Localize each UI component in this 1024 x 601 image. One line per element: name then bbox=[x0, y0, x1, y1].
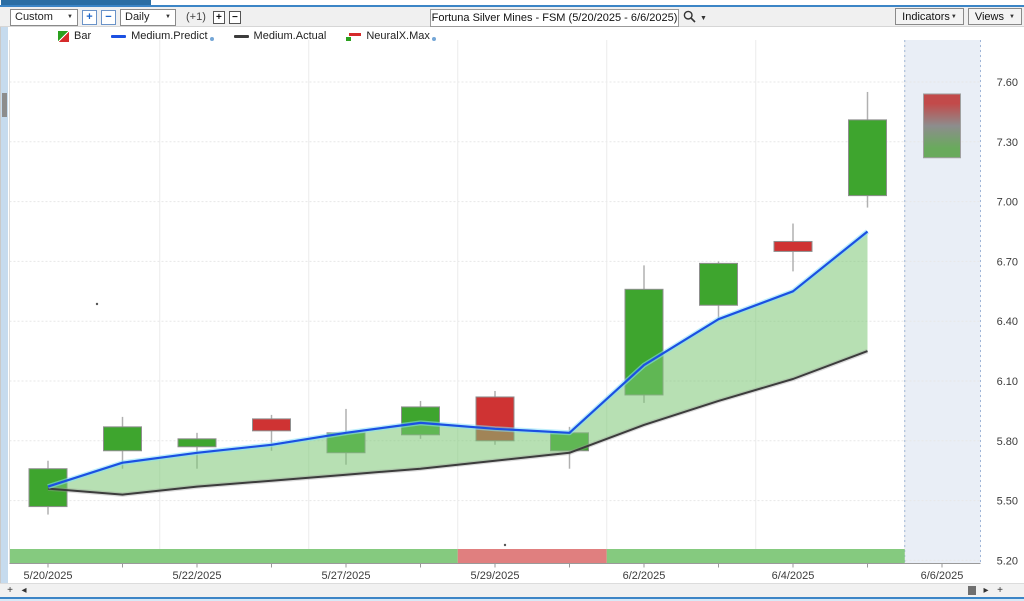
x-axis-label: 5/20/2025 bbox=[24, 570, 73, 582]
legend-item-neuralx-max[interactable]: NeuralX.Max bbox=[346, 30, 436, 42]
scroll-add-left-button[interactable]: + bbox=[4, 584, 16, 597]
x-axis-label: 6/4/2025 bbox=[772, 570, 815, 582]
toolbar: Custom ▼ + − Daily ▼ (+1) + − Fortuna Si… bbox=[0, 7, 1024, 27]
zoom-in-button[interactable]: + bbox=[82, 9, 97, 25]
price-chart-canvas[interactable]: 5/20/2025 5/22/2025 5/27/2025 5/29/2025 6/2/… bbox=[0, 27, 1024, 583]
candle-body bbox=[252, 418, 291, 432]
vertical-scrollbar[interactable] bbox=[1, 27, 8, 583]
predict-line-icon bbox=[111, 34, 127, 38]
legend-item-medium-predict[interactable]: Medium.Predict bbox=[111, 30, 214, 42]
search-icon[interactable] bbox=[683, 10, 696, 26]
symbol-title: Fortuna Silver Mines - FSM (5/20/2025 - … bbox=[431, 12, 678, 24]
offset-label: (+1) bbox=[186, 11, 206, 23]
x-axis-label: 5/22/2025 bbox=[173, 570, 222, 582]
artifact-dot bbox=[503, 543, 507, 547]
y-axis-label: 6.40 bbox=[997, 316, 1018, 328]
step-up-button[interactable]: + bbox=[212, 10, 225, 24]
scroll-right-arrow-button[interactable]: ▸ bbox=[980, 584, 992, 597]
candle[interactable] bbox=[773, 223, 813, 272]
legend-item-bar[interactable]: Bar bbox=[58, 30, 91, 42]
views-button[interactable]: Views ▼ bbox=[967, 8, 1022, 25]
symbol-title-box[interactable]: Fortuna Silver Mines - FSM (5/20/2025 - … bbox=[430, 9, 679, 27]
artifact-dot bbox=[95, 302, 99, 306]
y-axis-label: 7.60 bbox=[997, 77, 1018, 89]
chevron-down-icon: ▼ bbox=[1009, 13, 1015, 20]
indicators-button[interactable]: Indicators ▼ bbox=[895, 8, 964, 25]
scroll-left-arrow-button[interactable]: ◂ bbox=[18, 584, 30, 597]
search-dropdown-caret[interactable]: ▼ bbox=[700, 15, 707, 22]
candle-body bbox=[177, 438, 217, 448]
range-combo-value: Custom bbox=[15, 11, 53, 23]
y-axis-label: 6.70 bbox=[997, 256, 1018, 268]
y-axis-label: 5.20 bbox=[997, 555, 1018, 567]
range-combo[interactable]: Custom ▼ bbox=[10, 8, 78, 26]
y-axis-label: 5.80 bbox=[997, 436, 1018, 448]
zoom-out-button[interactable]: − bbox=[101, 9, 116, 25]
chevron-down-icon: ▼ bbox=[950, 13, 957, 20]
y-axis-label: 5.50 bbox=[997, 496, 1018, 508]
sentiment-strip-segment bbox=[10, 549, 458, 563]
step-down-button[interactable]: − bbox=[228, 10, 241, 24]
chart-legend: Bar Medium.Predict Medium.Actual NeuralX… bbox=[58, 30, 456, 42]
neuralx-prediction-bar bbox=[923, 93, 961, 159]
y-axis-label: 7.30 bbox=[997, 137, 1018, 149]
candle[interactable] bbox=[848, 91, 887, 208]
actual-line-icon bbox=[233, 34, 249, 38]
horizontal-scrollbar-thumb[interactable] bbox=[968, 586, 976, 595]
vertical-scrollbar-thumb[interactable] bbox=[2, 93, 7, 117]
candle-body bbox=[848, 119, 887, 197]
candle-body bbox=[103, 426, 142, 452]
period-combo[interactable]: Daily ▼ bbox=[120, 8, 176, 26]
horizontal-scrollbar[interactable]: + ◂ ▸ + bbox=[0, 583, 1024, 597]
neuralx-max-icon bbox=[346, 32, 362, 41]
chevron-down-icon: ▼ bbox=[165, 14, 171, 20]
y-axis-label: 7.00 bbox=[997, 197, 1018, 209]
x-axis-label: 5/29/2025 bbox=[471, 570, 520, 582]
series-options-dot-icon[interactable] bbox=[431, 37, 436, 41]
period-combo-value: Daily bbox=[125, 11, 150, 23]
scroll-add-right-button[interactable]: + bbox=[994, 584, 1006, 597]
y-axis-label: 6.10 bbox=[997, 376, 1018, 388]
x-axis-label: 6/6/2025 bbox=[921, 570, 964, 582]
sentiment-strip-segment bbox=[606, 549, 905, 563]
sentiment-strip-segment bbox=[457, 549, 607, 563]
legend-item-medium-actual[interactable]: Medium.Actual bbox=[233, 30, 326, 42]
bar-series-icon bbox=[58, 30, 69, 42]
candle[interactable] bbox=[699, 261, 738, 320]
x-axis-label: 6/2/2025 bbox=[623, 570, 666, 582]
app-window: Custom ▼ + − Daily ▼ (+1) + − Fortuna Si… bbox=[0, 0, 1024, 601]
series-options-dot-icon[interactable] bbox=[209, 37, 214, 41]
x-axis-label: 5/27/2025 bbox=[322, 570, 371, 582]
candle-body bbox=[773, 240, 813, 252]
candle-body bbox=[699, 262, 738, 306]
chevron-down-icon: ▼ bbox=[67, 14, 73, 20]
